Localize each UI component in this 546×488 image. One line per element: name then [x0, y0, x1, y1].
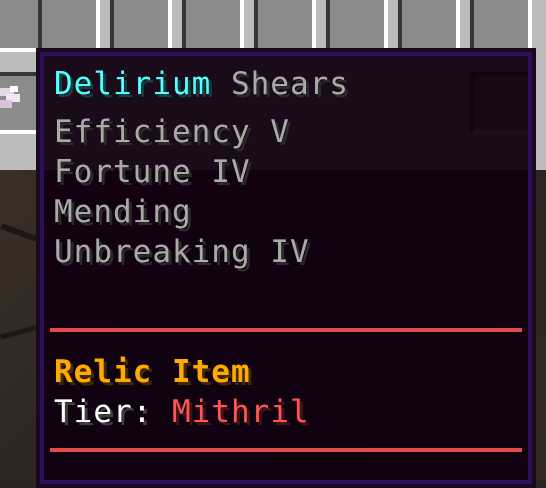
- tier-value: Mithril: [172, 394, 310, 430]
- enchantment-line: Mending: [54, 194, 192, 230]
- inventory-slot[interactable]: [398, 0, 460, 52]
- item-name: Delirium Shears: [54, 64, 349, 104]
- tier-line: Tier: Mithril: [54, 392, 310, 432]
- inventory-slot[interactable]: [110, 0, 172, 52]
- inventory-slot[interactable]: [254, 0, 316, 52]
- rarity-label: Relic Item: [54, 354, 251, 390]
- inventory-slot[interactable]: [182, 0, 244, 52]
- tooltip-divider: [50, 448, 522, 452]
- inventory-slot[interactable]: [38, 0, 100, 52]
- enchantment-line: Efficiency V: [54, 114, 290, 150]
- enchantment-line: Fortune IV: [54, 154, 251, 190]
- item-tooltip: Delirium Shears Efficiency V Fortune IV …: [36, 48, 536, 488]
- shears-icon[interactable]: [0, 82, 26, 118]
- tooltip-divider: [50, 328, 522, 332]
- enchantment-line: Unbreaking IV: [54, 234, 310, 270]
- item-name-suffix: Shears: [230, 66, 349, 102]
- item-name-prefix: Delirium: [54, 66, 212, 102]
- inventory-slot[interactable]: [326, 0, 388, 52]
- tier-label: Tier:: [54, 394, 153, 430]
- inventory-slot[interactable]: [470, 0, 532, 52]
